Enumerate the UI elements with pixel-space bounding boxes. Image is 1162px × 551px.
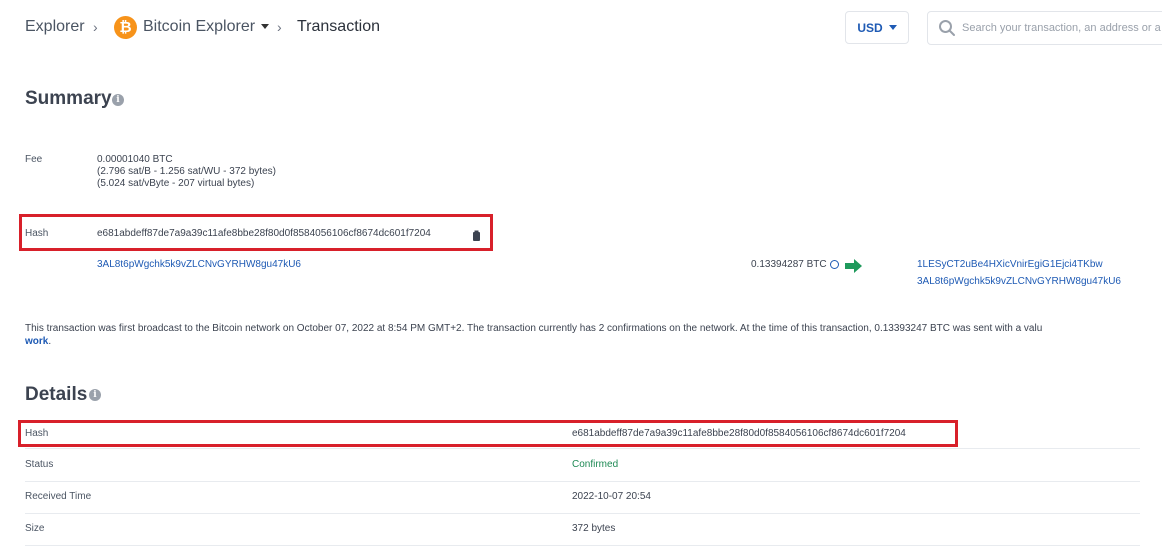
info-icon[interactable]: i: [89, 389, 101, 401]
input-amount: 0.13394287 BTC: [751, 259, 839, 271]
globe-icon[interactable]: [829, 260, 839, 269]
fee-sat-per-byte: (2.796 sat/B - 1.256 sat/WU - 372 bytes): [97, 166, 276, 177]
received-time-label: Received Time: [25, 491, 92, 502]
bitcoin-logo-icon: ₿: [114, 16, 137, 39]
bitcoin-explorer-label: Bitcoin Explorer: [143, 18, 256, 35]
bitcoin-explorer-dropdown[interactable]: Bitcoin Explorer: [143, 18, 270, 36]
breadcrumb-transaction: Transaction: [297, 18, 380, 35]
size-label: Size: [25, 523, 45, 534]
input-address-link[interactable]: 3AL8t6pWgchk5k9vZLCNvGYRHW8gu47kU6: [97, 259, 301, 270]
chevron-right-icon: ›: [93, 19, 98, 35]
network-link[interactable]: work: [25, 336, 48, 347]
fee-label: Fee: [25, 154, 43, 165]
search-box[interactable]: [927, 11, 1162, 45]
chevron-right-icon: ›: [277, 19, 282, 35]
summary-hash-label: Hash: [25, 228, 49, 239]
output-address-link-2[interactable]: 3AL8t6pWgchk5k9vZLCNvGYRHW8gu47kU6: [917, 276, 1121, 287]
details-hash-value: e681abdeff87de7a9a39c11afe8bbe28f80d0f85…: [572, 428, 906, 439]
fee-value: 0.00001040 BTC (2.796 sat/B - 1.256 sat/…: [97, 154, 276, 190]
caret-down-icon: [888, 25, 897, 30]
currency-select[interactable]: USD: [845, 11, 909, 44]
details-hash-label: Hash: [25, 428, 49, 439]
summary-heading: Summary: [25, 88, 112, 109]
broadcast-period: .: [48, 336, 52, 347]
arrow-right-icon: [845, 259, 862, 273]
row-divider: [25, 545, 1140, 546]
summary-hash-value: e681abdeff87de7a9a39c11afe8bbe28f80d0f85…: [97, 228, 431, 239]
received-time-value: 2022-10-07 20:54: [572, 491, 651, 502]
fee-btc: 0.00001040 BTC: [97, 154, 173, 165]
row-divider: [25, 513, 1140, 514]
info-icon[interactable]: i: [112, 94, 124, 106]
breadcrumb-explorer-link[interactable]: Explorer: [25, 18, 85, 36]
currency-value: USD: [857, 20, 883, 35]
status-label: Status: [25, 459, 54, 470]
caret-down-icon: [261, 24, 270, 30]
search-input[interactable]: [960, 21, 1162, 35]
size-value: 372 bytes: [572, 523, 616, 534]
fee-sat-per-vbyte: (5.024 sat/vByte - 207 virtual bytes): [97, 178, 255, 189]
broadcast-description: This transaction was first broadcast to …: [25, 323, 1043, 334]
row-divider: [25, 448, 1140, 449]
status-value: Confirmed: [572, 459, 619, 470]
search-icon: [939, 20, 955, 36]
input-amount-value: 0.13394287 BTC: [751, 259, 827, 270]
copy-icon[interactable]: [472, 228, 481, 241]
row-divider: [25, 481, 1140, 482]
broadcast-description-end: work.: [25, 336, 51, 348]
output-address-link-1[interactable]: 1LESyCT2uBe4HXicVnirEgiG1Ejci4TKbw: [917, 259, 1103, 270]
details-heading: Details: [25, 384, 88, 405]
